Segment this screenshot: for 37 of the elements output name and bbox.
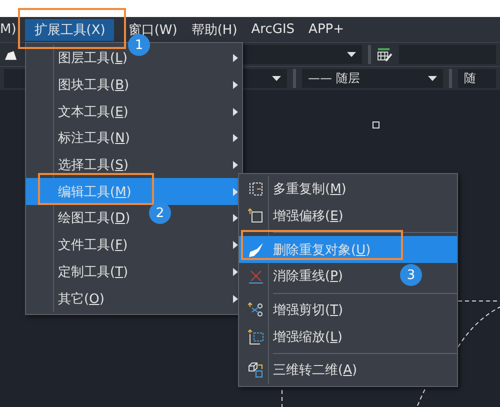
menu-item[interactable]: 增强剪切(T) [273, 301, 344, 320]
dropdown-caret-icon [428, 76, 438, 81]
menu-item[interactable]: 三维转二维(A) [273, 361, 358, 380]
cube-icon [248, 362, 264, 378]
dashed-line [458, 300, 500, 302]
menu-item[interactable]: 其它(O) [58, 290, 104, 308]
menu-item[interactable]: 增强偏移(E) [273, 207, 344, 226]
scissors-icon [248, 302, 264, 318]
dashed-arc [458, 306, 500, 348]
cross-icon [248, 268, 264, 284]
menu-item[interactable]: 多重复制(M) [273, 180, 346, 198]
linetype-dropdown[interactable]: —— 随层 [302, 69, 444, 88]
menu-item[interactable]: 增强缩放(L) [273, 328, 342, 346]
menu-item[interactable]: 选择工具(S) [58, 156, 128, 174]
menu-item[interactable]: 消除重线(P) [273, 267, 343, 286]
menu-item[interactable]: 图层工具(L) [58, 49, 128, 68]
grip-square-icon [372, 121, 380, 129]
menu-bar-item[interactable]: 扩展工具(X) [25, 18, 114, 40]
menu-item[interactable]: 标注工具(N) [58, 129, 130, 148]
menu-bar-item[interactable]: ArcGIS [251, 18, 295, 40]
grid-edit-icon [377, 48, 393, 62]
dropdown-caret-icon [347, 52, 356, 57]
eraser-icon [4, 48, 18, 60]
dropdown-caret-icon [272, 76, 282, 81]
menu-item[interactable]: 定制工具(T) [58, 262, 128, 281]
menu-item[interactable]: 图块工具(B) [58, 76, 130, 94]
menu-item[interactable]: 文本工具(E) [58, 102, 128, 121]
scale-icon [248, 328, 264, 345]
dropdown[interactable]: 随 [458, 69, 496, 88]
copy-icon [248, 181, 264, 198]
menu-bar-item[interactable]: M) [0, 18, 16, 40]
offset-icon [248, 208, 264, 224]
broom-icon [248, 242, 264, 258]
menu-bar-item[interactable]: 帮助(H) [191, 18, 238, 40]
menu-item[interactable]: 文件工具(F) [58, 236, 128, 254]
menu-bar-item[interactable]: APP+ [308, 18, 344, 40]
menu-item[interactable]: 绘图工具(D) [58, 209, 130, 228]
